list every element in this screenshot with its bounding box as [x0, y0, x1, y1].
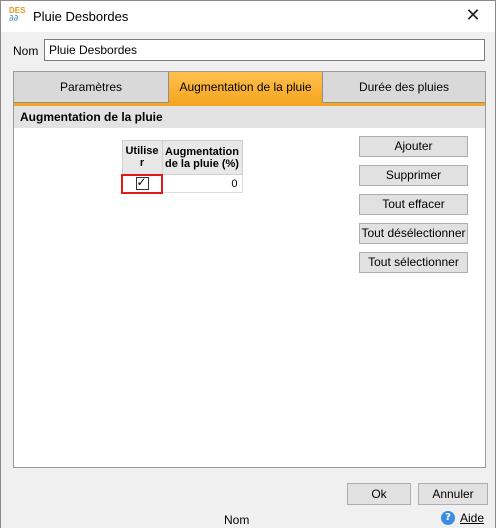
status-bar: Nom ? Aide — [1, 509, 495, 528]
tab-duree-pluies[interactable]: Durée des pluies — [323, 72, 485, 103]
table-row: ✓ 0 — [121, 173, 243, 194]
rain-increase-grid: Utilise r Augmentation de la pluie (%) ✓… — [121, 140, 243, 194]
column-header-use[interactable]: Utilise r — [121, 140, 163, 175]
help-icon: ? — [441, 511, 455, 525]
tab-label: Paramètres — [59, 80, 123, 94]
cancel-button[interactable]: Annuler — [418, 483, 488, 505]
tab-parametres[interactable]: Paramètres — [14, 72, 169, 103]
status-text: Nom — [224, 513, 250, 527]
tab-augmentation-pluie[interactable]: Augmentation de la pluie — [169, 72, 323, 103]
select-all-button[interactable]: Tout sélectionner — [359, 252, 468, 273]
increase-value-cell[interactable]: 0 — [161, 174, 243, 193]
ok-button[interactable]: Ok — [347, 483, 411, 505]
tab-label: Durée des pluies — [358, 80, 450, 94]
column-header-increase[interactable]: Augmentation de la pluie (%) — [161, 140, 243, 175]
rain-drops-icon: ∂∂ — [9, 14, 19, 24]
clear-all-button[interactable]: Tout effacer — [359, 194, 468, 215]
deselect-all-button[interactable]: Tout désélectionner — [359, 223, 468, 244]
checkmark-icon: ✓ — [136, 175, 147, 189]
window-title: Pluie Desbordes — [33, 9, 129, 24]
use-cell[interactable]: ✓ — [121, 173, 163, 194]
close-icon[interactable]: ✕ — [459, 4, 487, 28]
tab-label: Augmentation de la pluie — [179, 80, 312, 94]
dialog-window: DES ∂∂ Pluie Desbordes ✕ Nom Paramètres … — [0, 0, 496, 528]
name-label: Nom — [13, 44, 39, 58]
use-checkbox[interactable]: ✓ — [135, 175, 149, 190]
help-link[interactable]: ? Aide — [441, 511, 484, 525]
add-button[interactable]: Ajouter — [359, 136, 468, 157]
section-title: Augmentation de la pluie — [14, 106, 485, 128]
app-logo-icon: DES ∂∂ — [9, 6, 27, 25]
delete-button[interactable]: Supprimer — [359, 165, 468, 186]
tab-panel: Paramètres Augmentation de la pluie Duré… — [13, 71, 486, 468]
tab-strip: Paramètres Augmentation de la pluie Duré… — [14, 72, 485, 103]
name-input[interactable] — [44, 39, 485, 61]
title-bar: DES ∂∂ Pluie Desbordes ✕ — [1, 1, 495, 32]
help-label: Aide — [460, 511, 485, 525]
